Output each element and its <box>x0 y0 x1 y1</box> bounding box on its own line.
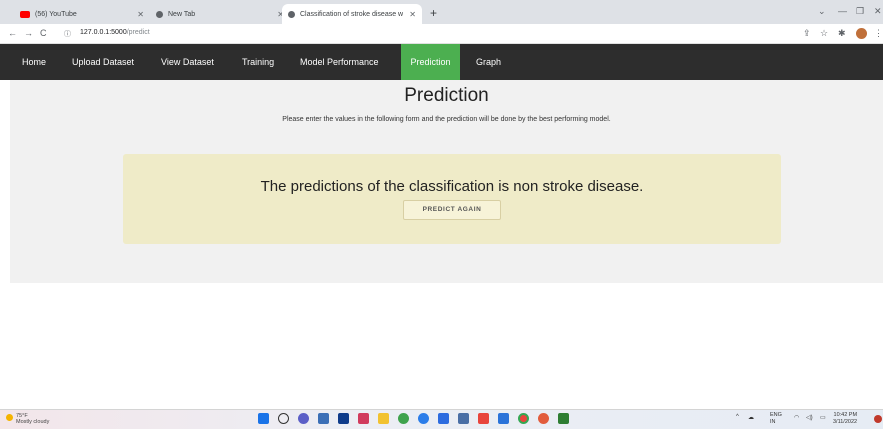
wifi-icon[interactable]: ◠ <box>794 414 799 421</box>
weather-desc: Mostly cloudy <box>16 419 50 425</box>
nav-model-performance[interactable]: Model Performance <box>292 44 387 80</box>
browser-icon[interactable] <box>418 413 429 424</box>
office-icon[interactable] <box>478 413 489 424</box>
notification-badge[interactable] <box>874 415 882 423</box>
vscode-icon[interactable] <box>498 413 509 424</box>
volume-icon[interactable]: ◁) <box>806 414 813 421</box>
reload-icon[interactable]: C <box>40 28 47 38</box>
menu-dots-icon[interactable]: ⋮ <box>874 28 883 39</box>
new-tab-button[interactable]: + <box>430 6 437 20</box>
predict-again-button[interactable]: PREDICT AGAIN <box>403 200 501 220</box>
cloud-icon[interactable]: ☁ <box>748 414 754 421</box>
store-icon[interactable] <box>438 413 449 424</box>
edge-icon[interactable] <box>398 413 409 424</box>
url-host: 127.0.0.1:5000 <box>80 29 127 36</box>
chrome-icon <box>156 10 163 18</box>
nav-graph[interactable]: Graph <box>468 44 509 80</box>
site-info-icon[interactable]: ⓘ <box>64 29 71 39</box>
tab-classification[interactable]: Classification of stroke disease w ✕ <box>282 4 422 24</box>
tab-title: Classification of stroke disease w <box>300 10 404 18</box>
browser-tab-strip: (56) YouTube ✕ New Tab ✕ Classification … <box>0 0 883 24</box>
tab-title: New Tab <box>168 10 196 18</box>
mail-icon[interactable] <box>458 413 469 424</box>
page-subtitle: Please enter the values in the following… <box>282 116 611 123</box>
page-title: Prediction <box>404 85 489 106</box>
region-code: IN <box>770 419 776 425</box>
restore-icon[interactable]: ❐ <box>856 6 864 17</box>
forward-icon[interactable]: → <box>24 28 33 38</box>
weather-widget[interactable]: 75°F Mostly cloudy <box>6 413 50 425</box>
globe-icon <box>288 10 295 18</box>
dropbox-icon[interactable] <box>338 413 349 424</box>
nav-view-dataset[interactable]: View Dataset <box>153 44 222 80</box>
close-icon[interactable]: ✕ <box>137 10 144 19</box>
window-close-icon[interactable]: ✕ <box>874 6 882 17</box>
chat-icon[interactable] <box>298 413 309 424</box>
main-content: Prediction Please enter the values in th… <box>10 80 883 283</box>
clock[interactable]: 10:42 PM 3/11/2022 <box>833 412 857 426</box>
address-bar-row: ← → C ⓘ 127.0.0.1:5000/predict ⇪ ☆ ✱ ⋮ <box>0 24 883 44</box>
close-icon[interactable]: ✕ <box>409 10 416 19</box>
lang-code: ENG <box>770 412 782 418</box>
nav-prediction[interactable]: Prediction <box>401 44 460 80</box>
search-icon[interactable] <box>278 413 289 424</box>
tab-new-tab[interactable]: New Tab ✕ <box>150 4 290 24</box>
prediction-result: The predictions of the classification is… <box>260 178 644 195</box>
minimize-icon[interactable]: — <box>838 6 847 16</box>
share-icon[interactable]: ⇪ <box>803 28 811 39</box>
profile-avatar[interactable] <box>856 28 867 39</box>
extensions-icon[interactable]: ✱ <box>838 28 846 39</box>
language-indicator[interactable]: ENG IN <box>770 412 782 426</box>
chevron-down-icon[interactable]: ⌄ <box>818 6 826 17</box>
app-navbar: Home Upload Dataset View Dataset Trainin… <box>0 44 883 80</box>
clock-date: 3/11/2022 <box>833 419 858 425</box>
terminal-icon[interactable] <box>558 413 569 424</box>
nav-upload-dataset[interactable]: Upload Dataset <box>64 44 142 80</box>
taskbar: 75°F Mostly cloudy ^ ☁ ENG IN ◠ ◁) ▭ 10:… <box>0 409 883 429</box>
bookmark-star-icon[interactable]: ☆ <box>820 28 828 39</box>
tab-title: (56) YouTube <box>35 10 77 18</box>
result-card: The predictions of the classification is… <box>123 154 781 244</box>
url-field[interactable]: 127.0.0.1:5000/predict <box>80 29 150 36</box>
tab-youtube[interactable]: (56) YouTube ✕ <box>14 4 150 24</box>
nav-home[interactable]: Home <box>14 44 54 80</box>
youtube-icon <box>20 10 30 18</box>
battery-icon[interactable]: ▭ <box>820 414 826 421</box>
chevron-up-icon[interactable]: ^ <box>736 414 739 420</box>
url-path: /predict <box>126 29 150 36</box>
chrome-taskbar-icon[interactable] <box>518 413 529 424</box>
widgets-icon[interactable] <box>318 413 329 424</box>
start-icon[interactable] <box>258 413 269 424</box>
app-icon[interactable] <box>358 413 369 424</box>
file-explorer-icon[interactable] <box>378 413 389 424</box>
back-icon[interactable]: ← <box>8 28 17 38</box>
firefox-icon[interactable] <box>538 413 549 424</box>
clock-time: 10:42 PM <box>833 412 858 418</box>
nav-training[interactable]: Training <box>234 44 282 80</box>
weather-icon <box>6 414 13 421</box>
